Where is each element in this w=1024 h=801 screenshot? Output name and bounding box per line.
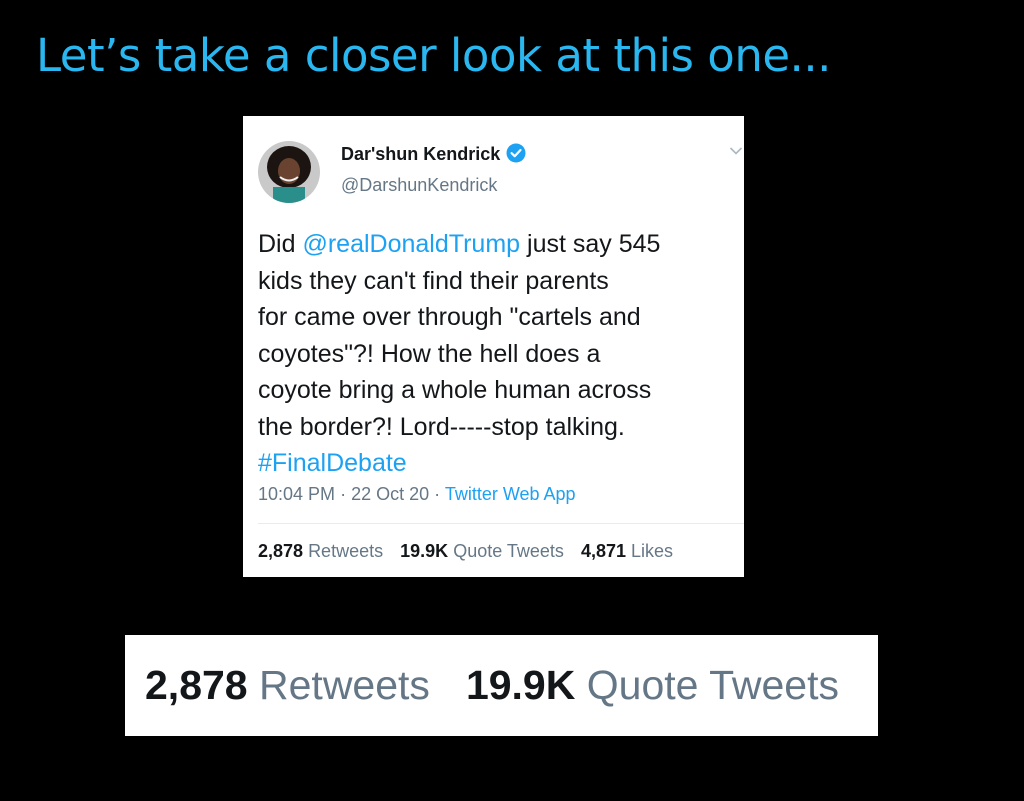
author-name-row[interactable]: Dar'shun Kendrick xyxy=(341,143,526,165)
quote-tweets-stat[interactable]: 19.9K Quote Tweets xyxy=(400,541,564,561)
retweets-count: 2,878 xyxy=(258,541,304,561)
zoomed-retweets-count: 2,878 xyxy=(145,662,248,708)
zoomed-retweets-label: Retweets xyxy=(259,662,430,708)
meta-separator: · xyxy=(340,484,347,504)
chevron-down-icon[interactable] xyxy=(729,146,743,156)
verified-badge-icon xyxy=(506,143,526,163)
tweet-line: kids they can't find their parents xyxy=(258,266,609,295)
likes-stat[interactable]: 4,871 Likes xyxy=(581,541,673,561)
tweet-line: coyotes"?! How the hell does a xyxy=(258,339,601,368)
headline: Let’s take a closer look at this one... xyxy=(36,29,831,82)
tweet-meta: 10:04 PM · 22 Oct 20 · Twitter Web App xyxy=(258,483,576,505)
author-name[interactable]: Dar'shun Kendrick xyxy=(341,144,500,164)
tweet-line: the border?! Lord-----stop talking. xyxy=(258,412,625,441)
tweet-line: coyote bring a whole human across xyxy=(258,376,652,404)
likes-count: 4,871 xyxy=(580,541,626,561)
likes-label: Likes xyxy=(631,541,674,561)
zoomed-quote-tweets-count: 19.9K xyxy=(465,662,576,708)
tweet-line: Did @realDonaldTrump just say 545 xyxy=(258,226,728,263)
quote-tweets-count: 19.9K xyxy=(400,541,449,561)
tweet-line: for came over through "cartels and xyxy=(258,303,641,331)
zoomed-retweets-stat: 2,878 Retweets xyxy=(145,662,430,708)
avatar[interactable] xyxy=(258,141,320,203)
zoomed-quote-tweets-label: Quote Tweets xyxy=(586,662,839,708)
tweet-text-segment: Did xyxy=(258,230,303,258)
tweet-source-link[interactable]: Twitter Web App xyxy=(445,484,576,504)
retweets-label: Retweets xyxy=(308,541,384,561)
zoomed-stats: 2,878 Retweets 19.9K Quote Tweets xyxy=(145,661,839,709)
tweet-date[interactable]: 22 Oct 20 xyxy=(351,484,429,504)
tweet-stats: 2,878 Retweets 19.9K Quote Tweets 4,871 … xyxy=(258,540,685,562)
hashtag-link[interactable]: #FinalDebate xyxy=(258,449,407,477)
retweets-stat[interactable]: 2,878 Retweets xyxy=(258,541,383,561)
tweet-text: Did @realDonaldTrump just say 545 kids t… xyxy=(258,226,728,482)
zoomed-quote-tweets-stat: 19.9K Quote Tweets xyxy=(466,662,839,708)
meta-separator: · xyxy=(434,484,441,504)
tweet-line: #FinalDebate xyxy=(258,445,728,482)
tweet-text-segment: just say 545 xyxy=(520,230,661,258)
quote-tweets-label: Quote Tweets xyxy=(453,541,564,561)
tweet-card: Dar'shun Kendrick @DarshunKendrick Did @… xyxy=(243,116,744,577)
avatar-photo xyxy=(258,141,320,203)
author-handle[interactable]: @DarshunKendrick xyxy=(341,174,497,196)
tweet-time[interactable]: 10:04 PM xyxy=(258,484,335,504)
divider xyxy=(258,523,744,524)
mention-link[interactable]: @realDonaldTrump xyxy=(302,230,520,258)
zoomed-stats-panel: 2,878 Retweets 19.9K Quote Tweets xyxy=(125,635,878,736)
